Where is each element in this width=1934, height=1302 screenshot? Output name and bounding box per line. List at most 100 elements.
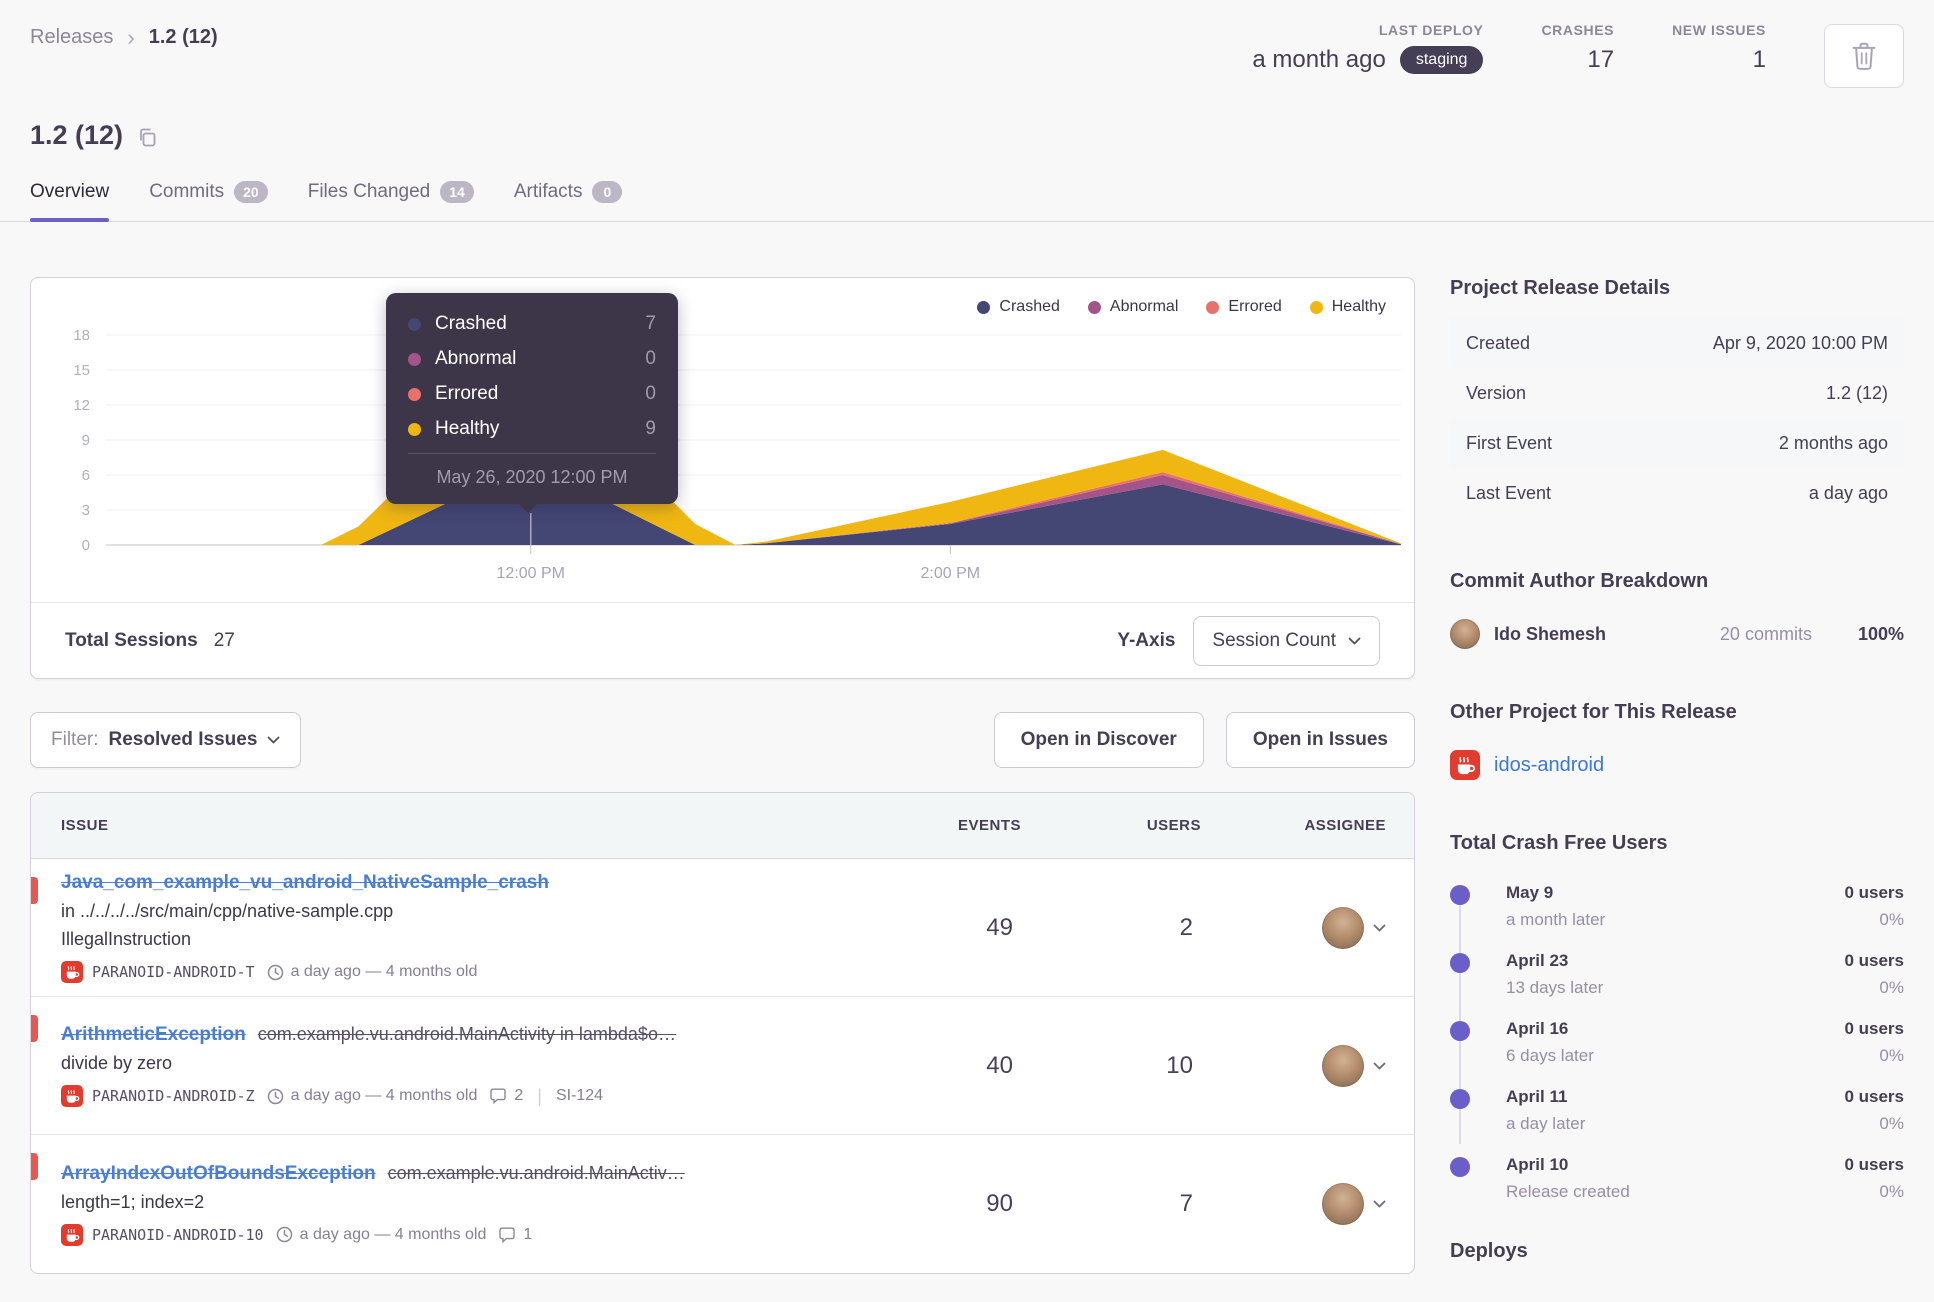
timeline-date: April 10: [1506, 1155, 1569, 1174]
timeline-percent: 0%: [1879, 1046, 1904, 1065]
total-sessions-label: Total Sessions: [65, 629, 198, 651]
tab-overview-label: Overview: [30, 181, 110, 202]
other-project-heading: Other Project for This Release: [1450, 701, 1737, 723]
chevron-down-icon: [1373, 1200, 1386, 1208]
comment-count: 2: [489, 1087, 523, 1105]
timeline-dot-icon: [1450, 1089, 1470, 1109]
svg-text:3: 3: [82, 502, 90, 519]
issue-link[interactable]: ArithmeticException: [61, 1024, 246, 1045]
issue-link[interactable]: ArrayIndexOutOfBoundsException: [61, 1163, 376, 1184]
stat-crashes: CRASHES 17: [1541, 22, 1614, 74]
java-platform-icon: [1450, 750, 1480, 780]
legend-healthy-label: Healthy: [1331, 298, 1386, 315]
tooltip-healthy-value: 9: [645, 418, 656, 439]
assignee-dropdown[interactable]: [1201, 906, 1386, 949]
tooltip-abnormal-value: 0: [645, 348, 656, 369]
issue-events-count: 49: [986, 913, 1013, 941]
timeline-subtitle: a day later: [1506, 1114, 1586, 1133]
detail-value: 2 months ago: [1778, 432, 1888, 453]
detail-value: Apr 9, 2020 10:00 PM: [1712, 332, 1888, 353]
tab-artifacts[interactable]: Artifacts 0: [514, 181, 623, 221]
timeline-entry: April 10 0 users Release created 0%: [1450, 1155, 1904, 1202]
project-slug: PARANOID-ANDROID-T: [92, 963, 255, 981]
legend-item-crashed[interactable]: Crashed: [977, 298, 1060, 316]
other-project-row: idos-android: [1450, 750, 1904, 780]
issue-age-text: a day ago — 4 months old: [290, 963, 478, 980]
tooltip-row: Errored 0: [408, 383, 656, 405]
chart-legend: Crashed Abnormal Errored Healthy: [977, 298, 1386, 316]
timeline-dot-icon: [1450, 1021, 1470, 1041]
timeline-subtitle: Release created: [1506, 1182, 1630, 1201]
meta-divider: |: [537, 1085, 542, 1106]
author-percent: 100%: [1857, 623, 1904, 644]
delete-release-button[interactable]: [1824, 24, 1904, 88]
tab-bar: Overview Commits 20 Files Changed 14 Art…: [0, 181, 1934, 222]
deploys-heading: Deploys: [1450, 1240, 1528, 1262]
open-in-issues-button[interactable]: Open in Issues: [1225, 712, 1415, 768]
clock-icon: [267, 1088, 284, 1105]
tooltip-caret: [518, 503, 538, 513]
project-chip[interactable]: PARANOID-ANDROID-10: [61, 1223, 264, 1246]
legend-item-abnormal[interactable]: Abnormal: [1087, 298, 1178, 316]
new-issues-value: 1: [1752, 46, 1766, 73]
tab-commits[interactable]: Commits 20: [149, 181, 268, 221]
timeline-date: April 16: [1506, 1019, 1569, 1038]
top-bar: Releases › 1.2 (12) LAST DEPLOY a month …: [30, 0, 1904, 88]
column-events: EVENTS: [957, 817, 1021, 834]
legend-item-healthy[interactable]: Healthy: [1309, 298, 1386, 316]
open-in-discover-button[interactable]: Open in Discover: [993, 712, 1204, 768]
detail-value: a day ago: [1808, 482, 1888, 503]
stat-last-deploy: LAST DEPLOY a month ago staging: [1252, 22, 1484, 74]
tooltip-row: Crashed 7: [408, 313, 656, 335]
authors-heading: Commit Author Breakdown: [1450, 570, 1709, 592]
column-users: USERS: [1146, 817, 1201, 834]
assignee-dropdown[interactable]: [1201, 1044, 1386, 1087]
project-chip[interactable]: PARANOID-ANDROID-T: [61, 961, 255, 983]
timeline-users: 0 users: [1844, 883, 1904, 902]
details-table: Created Apr 9, 2020 10:00 PM Version 1.2…: [1450, 318, 1904, 518]
unresolved-marker: [31, 1015, 38, 1042]
java-platform-icon: [61, 1223, 83, 1246]
detail-row-last-event: Last Event a day ago: [1450, 468, 1904, 518]
other-project-link[interactable]: idos-android: [1494, 754, 1604, 777]
chevron-down-icon: [1348, 637, 1361, 645]
tab-artifacts-badge: 0: [592, 181, 623, 203]
tab-files-changed[interactable]: Files Changed 14: [308, 181, 474, 221]
timeline-percent: 0%: [1879, 1114, 1904, 1133]
timeline-dot-icon: [1450, 885, 1470, 905]
release-sidebar: Project Release Details Created Apr 9, 2…: [1450, 277, 1904, 1274]
crashed-dot-icon: [408, 317, 421, 331]
comment-icon: [489, 1088, 507, 1104]
copy-version-button[interactable]: [137, 127, 158, 148]
project-chip[interactable]: PARANOID-ANDROID-Z: [61, 1085, 255, 1107]
tooltip-errored-label: Errored: [435, 383, 499, 404]
issue-events-count: 40: [986, 1051, 1013, 1079]
issue-users-count: 7: [1179, 1190, 1193, 1217]
page-title: 1.2 (12): [30, 120, 124, 150]
svg-text:18: 18: [73, 330, 90, 344]
issue-message: divide by zero: [61, 1053, 173, 1073]
breadcrumb-releases[interactable]: Releases: [30, 26, 113, 49]
chart-footer: Total Sessions 27 Y-Axis Session Count: [31, 602, 1414, 678]
external-issue-ref[interactable]: SI-124: [556, 1087, 603, 1105]
last-deploy-label: LAST DEPLOY: [1378, 22, 1484, 38]
timeline-users: 0 users: [1844, 1087, 1904, 1106]
tab-overview[interactable]: Overview: [30, 181, 110, 222]
release-overview-page: Releases › 1.2 (12) LAST DEPLOY a month …: [0, 0, 1934, 1302]
assignee-dropdown[interactable]: [1201, 1183, 1386, 1225]
svg-text:12:00 PM: 12:00 PM: [497, 565, 565, 582]
y-axis-selected-value: Session Count: [1212, 629, 1336, 651]
healthy-dot-icon: [408, 422, 421, 436]
issue-users-count: 10: [1166, 1051, 1193, 1079]
tooltip-timestamp: May 26, 2020 12:00 PM: [408, 453, 656, 490]
timeline-entry: April 23 0 users 13 days later 0%: [1450, 951, 1904, 998]
y-axis-select[interactable]: Session Count: [1193, 615, 1380, 666]
resolved-issues-table: ISSUE EVENTS USERS ASSIGNEE Java_com_exa…: [30, 792, 1415, 1274]
crash-free-heading: Total Crash Free Users: [1450, 832, 1668, 854]
last-deploy-value: a month ago: [1252, 46, 1386, 73]
avatar: [1322, 906, 1364, 949]
issues-filter-dropdown[interactable]: Filter: Resolved Issues: [30, 712, 302, 768]
timeline-users: 0 users: [1844, 1155, 1904, 1174]
legend-item-errored[interactable]: Errored: [1206, 298, 1282, 316]
issue-link[interactable]: Java_com_example_vu_android_NativeSample…: [61, 872, 549, 893]
